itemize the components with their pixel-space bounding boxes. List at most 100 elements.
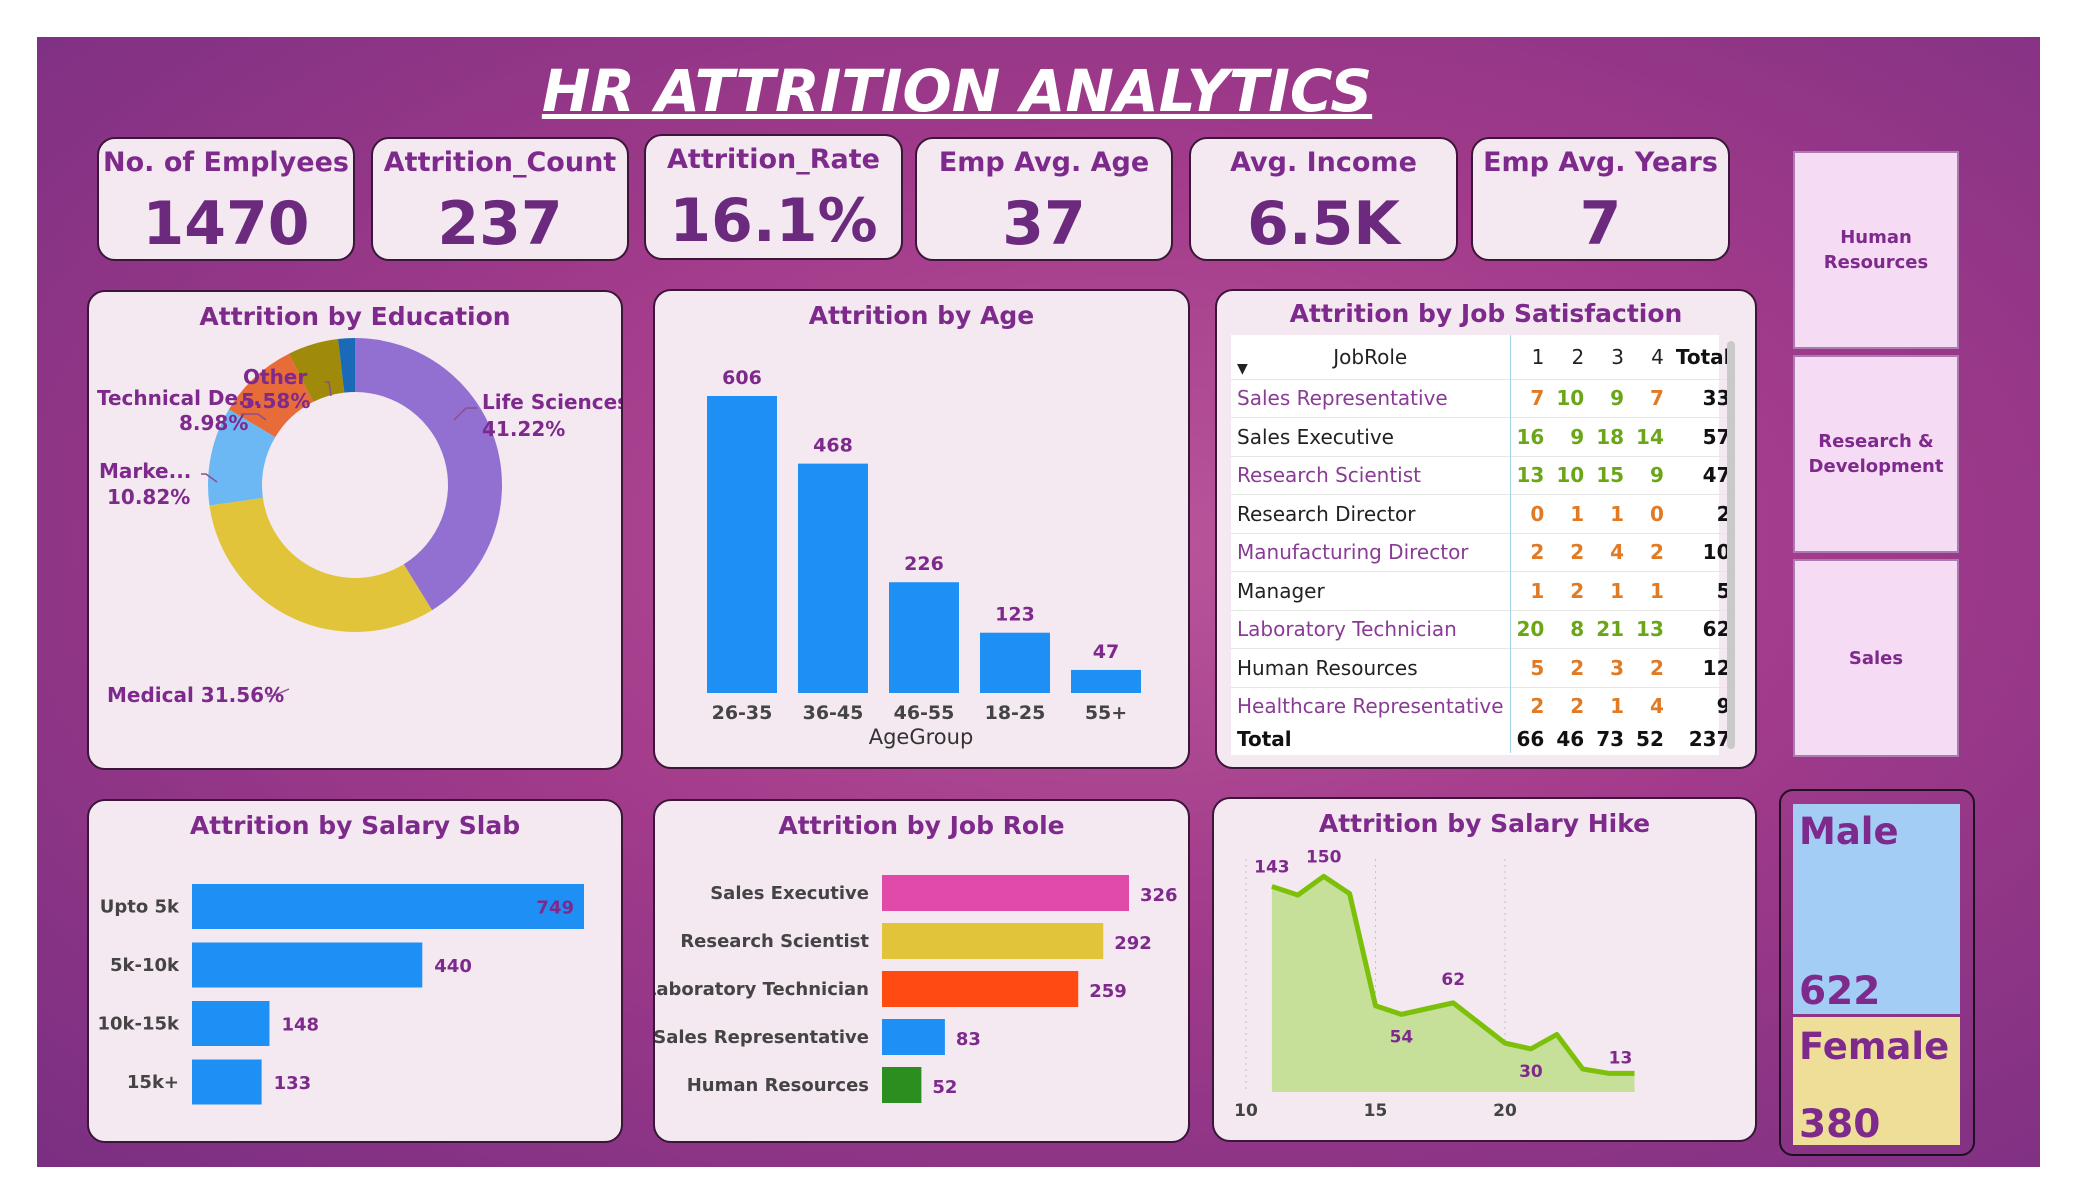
matrix-grand-total-cell: 73 (1596, 727, 1625, 751)
kpi-label: Attrition_Rate (667, 144, 880, 175)
age-x-axis-label: AgeGroup (869, 725, 974, 749)
salary-hike-panel: Attrition by Salary Hike 10 15 20 143 150 54 6… (1212, 797, 1757, 1142)
matrix-role-cell: Laboratory Technician (1231, 609, 1511, 649)
dashboard-canvas: HR ATTRITION ANALYTICS No. of Emplyees 1… (37, 37, 2040, 1167)
matrix-value-cell: 1 (1630, 571, 1670, 610)
matrix-value-cell: 2 (1510, 532, 1551, 572)
slicer-research-development[interactable]: Research & Development (1793, 355, 1959, 553)
kpi-label: Emp Avg. Years (1483, 147, 1718, 178)
kpi-value: 7 (1579, 189, 1622, 259)
job-role-bar[interactable] (882, 971, 1079, 1007)
table-header-row: ▼ JobRole 1 2 3 4 Total (1231, 335, 1737, 379)
table-row[interactable]: Research Scientist 13 10 15 9 47 (1231, 455, 1737, 495)
age-x-tick-label: 55+ (1085, 702, 1127, 724)
matrix-role-cell: Sales Executive (1231, 417, 1511, 456)
age-x-tick-label: 36-45 (803, 702, 864, 724)
job-role-value-label: 259 (1089, 981, 1127, 1002)
salary-slab-category-label: 5k-10k (110, 955, 180, 976)
matrix-value-cell: 0 (1510, 494, 1551, 533)
label-marketing-pct: 10.82% (107, 485, 190, 509)
table-row[interactable]: Laboratory Technician 20 8 21 13 62 (1231, 609, 1737, 649)
age-bar[interactable] (889, 582, 959, 693)
hike-data-label: 13 (1609, 1048, 1633, 1068)
table-row[interactable]: Healthcare Representative 2 2 1 4 9 (1231, 686, 1737, 725)
matrix-value-cell: 2 (1550, 571, 1591, 610)
column-header-3[interactable]: 3 (1590, 335, 1630, 379)
column-header-1[interactable]: 1 (1510, 335, 1550, 379)
salary-slab-bar[interactable] (192, 884, 584, 929)
salary-slab-bar[interactable] (192, 942, 423, 988)
label-life-sciences-pct: 41.22% (482, 417, 565, 441)
job-role-bar[interactable] (882, 1067, 922, 1103)
matrix-value-cell: 4 (1630, 686, 1670, 725)
matrix-value-cell: 0 (1630, 494, 1670, 533)
slicer-human-resources[interactable]: Human Resources (1793, 151, 1959, 349)
hike-data-label: 30 (1519, 1062, 1543, 1082)
age-bar[interactable] (707, 396, 777, 693)
age-bar-value-label: 123 (995, 604, 1035, 626)
matrix-value-cell: 16 (1510, 417, 1551, 456)
table-row[interactable]: Sales Executive 16 9 18 14 57 (1231, 417, 1737, 456)
label-technical-pct: 8.98% (179, 411, 248, 435)
job-role-bar[interactable] (882, 923, 1104, 959)
gender-male-value: 622 (1799, 969, 1881, 1014)
age-bar[interactable] (798, 463, 868, 693)
donut-slice-medical[interactable] (209, 497, 433, 632)
hike-x-tick-label: 20 (1493, 1101, 1517, 1121)
gender-tile-female[interactable]: Female 380 (1793, 1017, 1960, 1147)
kpi-card-avg-years: Emp Avg. Years 7 (1471, 137, 1730, 261)
age-bar-chart: AgeGroup 606 26-35 468 36-45 226 46-55 123 18-2… (707, 367, 1141, 749)
matrix-value-cell: 14 (1630, 417, 1670, 456)
matrix-value-cell: 1 (1510, 571, 1551, 610)
age-bar[interactable] (980, 632, 1050, 693)
matrix-value-cell: 18 (1590, 417, 1631, 456)
kpi-label: Avg. Income (1230, 147, 1417, 178)
job-role-value-label: 83 (956, 1029, 981, 1050)
salary-slab-bar[interactable] (192, 1059, 262, 1105)
table-row[interactable]: Sales Representative 7 10 9 7 33 (1231, 378, 1737, 418)
matrix-scrollbar[interactable] (1727, 341, 1735, 749)
age-bar-value-label: 606 (722, 367, 762, 389)
kpi-label: Emp Avg. Age (938, 147, 1150, 178)
gender-male-label: Male (1799, 810, 1899, 853)
gender-tile-male[interactable]: Male 622 (1793, 804, 1960, 1014)
education-panel: Attrition by Education Life Sciences 41.… (87, 290, 623, 770)
slicer-sales[interactable]: Sales (1793, 559, 1959, 757)
job-role-panel: Attrition by Job Role Sales Executive 326… (653, 799, 1190, 1143)
matrix-value-cell: 1 (1590, 686, 1631, 725)
column-header-4[interactable]: 4 (1630, 335, 1670, 379)
label-technical: Technical De... (97, 386, 261, 410)
kpi-card-employees: No. of Emplyees 1470 (97, 137, 355, 261)
kpi-value: 6.5K (1247, 189, 1400, 259)
salary-slab-category-label: 15k+ (127, 1072, 179, 1093)
kpi-value: 237 (437, 189, 563, 259)
matrix-value-cell: 2 (1630, 648, 1670, 687)
job-role-category-label: Sales Executive (710, 883, 869, 904)
column-header-2[interactable]: 2 (1550, 335, 1590, 379)
label-other-pct: 5.58% (241, 389, 310, 413)
label-other: Other (243, 365, 307, 389)
table-row[interactable]: Research Director 0 1 1 0 2 (1231, 494, 1737, 533)
matrix-value-cell: 2 (1510, 686, 1551, 725)
salary-slab-bar[interactable] (192, 1001, 270, 1046)
sort-down-icon[interactable]: ▼ (1237, 361, 1248, 377)
table-row[interactable]: Manager 1 2 1 1 5 (1231, 571, 1737, 610)
column-header-jobrole[interactable]: ▼ JobRole (1231, 335, 1511, 379)
job-role-bar[interactable] (882, 1019, 945, 1055)
matrix-role-cell: Healthcare Representative (1231, 686, 1511, 725)
matrix-value-cell: 15 (1590, 455, 1631, 495)
salary-slab-value-label: 440 (434, 956, 472, 977)
table-row[interactable]: Manufacturing Director 2 2 4 2 10 (1231, 532, 1737, 572)
salary-slab-category-label: 10k-15k (97, 1014, 180, 1035)
job-satisfaction-panel: Attrition by Job Satisfaction ▼ JobRole … (1215, 289, 1757, 769)
donut-slice-life-sciences[interactable] (355, 338, 502, 611)
table-row[interactable]: Human Resources 5 2 3 2 12 (1231, 648, 1737, 687)
panel-title: Attrition by Job Satisfaction (1289, 299, 1683, 328)
education-donut-chart: Life Sciences 41.22% Medical 31.56% Mark… (97, 338, 621, 707)
matrix-value-cell: 2 (1550, 532, 1591, 572)
matrix-value-cell: 1 (1590, 494, 1631, 533)
job-role-bar-chart: Sales Executive 326 Research Scientist 292 L… (655, 875, 1178, 1103)
job-role-bar[interactable] (882, 875, 1129, 911)
age-bar-value-label: 468 (813, 435, 853, 457)
age-bar[interactable] (1071, 669, 1141, 693)
